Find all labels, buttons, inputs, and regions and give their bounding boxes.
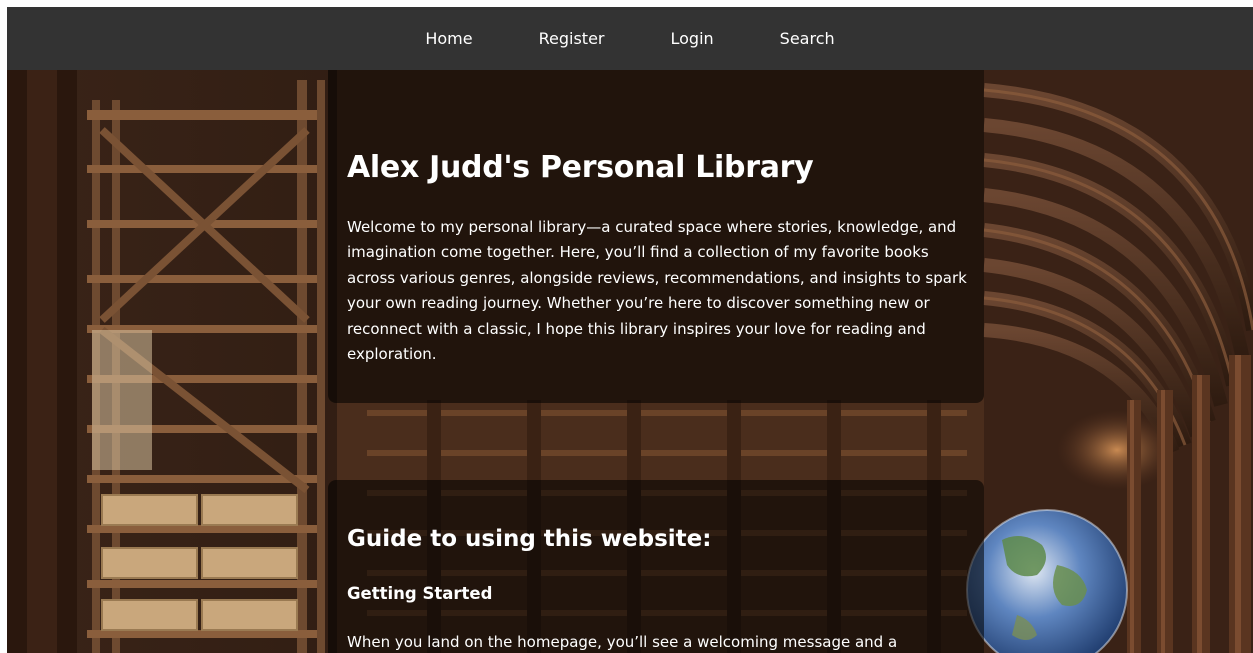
guide-title: Guide to using this website: (347, 526, 712, 552)
guide-subtitle: Getting Started (347, 584, 493, 603)
welcome-panel: Alex Judd's Personal Library Welcome to … (328, 70, 984, 403)
page-frame: Home Register Login Search Alex Judd's P… (7, 7, 1253, 653)
page-title: Alex Judd's Personal Library (347, 150, 814, 185)
guide-text: When you land on the homepage, you’ll se… (347, 633, 898, 651)
guide-panel: Guide to using this website: Getting Sta… (328, 480, 984, 653)
top-navigation: Home Register Login Search (7, 7, 1253, 70)
nav-login-link[interactable]: Login (670, 7, 713, 70)
nav-register-link[interactable]: Register (539, 7, 605, 70)
nav-home-link[interactable]: Home (425, 7, 472, 70)
welcome-text: Welcome to my personal library—a curated… (347, 218, 967, 364)
nav-search-link[interactable]: Search (780, 7, 835, 70)
